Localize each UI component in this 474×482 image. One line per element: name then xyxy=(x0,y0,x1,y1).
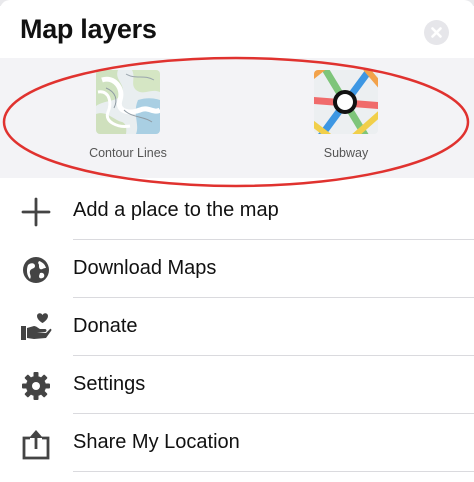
gear-icon xyxy=(22,372,50,400)
menu-item-settings[interactable]: Settings xyxy=(0,356,474,414)
menu-item-label: Share My Location xyxy=(73,431,240,453)
menu-item-label: Donate xyxy=(73,315,138,337)
menu-item-donate[interactable]: Donate xyxy=(0,298,474,356)
menu-item-label: Add a place to the map xyxy=(73,199,279,221)
map-layers-sheet: Map layers Contour Lines Subway Add a pl… xyxy=(0,0,474,482)
menu-item-label: Settings xyxy=(73,373,146,395)
globe-icon xyxy=(23,257,49,283)
sheet-title: Map layers xyxy=(20,14,157,44)
highlight-ellipse xyxy=(2,56,470,188)
close-icon xyxy=(431,27,442,38)
menu-item-download-maps[interactable]: Download Maps xyxy=(0,240,474,298)
menu-item-add-place[interactable]: Add a place to the map xyxy=(0,182,474,240)
share-icon xyxy=(22,430,50,460)
close-button[interactable] xyxy=(424,20,449,45)
divider xyxy=(73,471,474,472)
donate-hand-heart-icon xyxy=(21,313,52,340)
menu-item-share-location[interactable]: Share My Location xyxy=(0,414,474,472)
menu-item-label: Download Maps xyxy=(73,257,217,279)
plus-icon xyxy=(21,197,51,227)
